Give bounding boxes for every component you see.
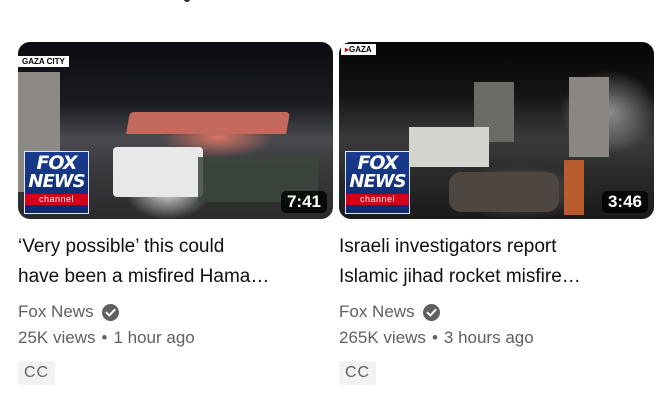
logo-text-mid: NEWS [349,171,406,192]
video-title-line-1: Israeli investigators report [339,236,557,257]
person-shape [564,160,584,215]
separator-dot: • [101,328,108,347]
logo-text-bottom: channel [346,194,409,205]
channel-name[interactable]: Fox News [339,301,654,323]
fox-news-logo: FOX NEWS channel [345,151,410,214]
channel-label: Fox News [339,302,415,321]
duration-badge: 7:41 [280,191,327,213]
upload-time: 3 hours ago [443,328,534,347]
building-shape [569,77,609,157]
location-tag: GAZA CITY [18,56,69,67]
wreckage-shape [449,172,559,212]
fox-news-logo: FOX NEWS channel [24,151,89,214]
logo-text-bottom: channel [25,194,88,205]
video-thumbnail[interactable]: GAZA CITY FOX NEWS channel 7:41 [18,42,333,219]
video-title-line-1: ‘Very possible’ this could [18,236,225,257]
channel-name[interactable]: Fox News [18,301,333,323]
video-thumbnail[interactable]: ▸GAZA FOX NEWS channel 3:46 [339,42,654,219]
video-title[interactable]: ‘Very possible’ this could have been a m… [18,232,333,292]
duration-badge: 3:46 [601,191,648,213]
check-circle-icon [101,303,119,321]
check-circle-icon [422,303,440,321]
video-title-line-2: have been a misfired Hama… [18,266,270,287]
location-tag-text: GAZA [349,45,372,54]
channel-label: Fox News [18,302,94,321]
logo-text-mid: NEWS [28,171,85,192]
video-card[interactable]: GAZA CITY FOX NEWS channel 7:41 ‘Very po… [18,42,333,385]
video-meta: 25K views • 1 hour ago [18,328,333,350]
tent-shape [126,112,290,134]
cc-badge: CC [18,361,56,385]
cc-badge: CC [339,361,377,385]
upload-time: 1 hour ago [113,328,195,347]
video-title-line-2: Islamic jihad rocket misfire… [339,266,581,287]
location-tag: ▸GAZA [341,44,376,55]
video-title[interactable]: Israeli investigators report Islamic jih… [339,232,654,292]
cutoff-previous-row [170,0,260,6]
video-card[interactable]: ▸GAZA FOX NEWS channel 3:46 Israeli inve… [339,42,654,385]
ambulance-shape [113,147,203,197]
view-count: 25K views [18,328,96,347]
video-meta: 265K views • 3 hours ago [339,328,654,350]
view-count: 265K views [339,328,426,347]
wall-shape [409,127,489,167]
separator-dot: • [431,328,438,347]
